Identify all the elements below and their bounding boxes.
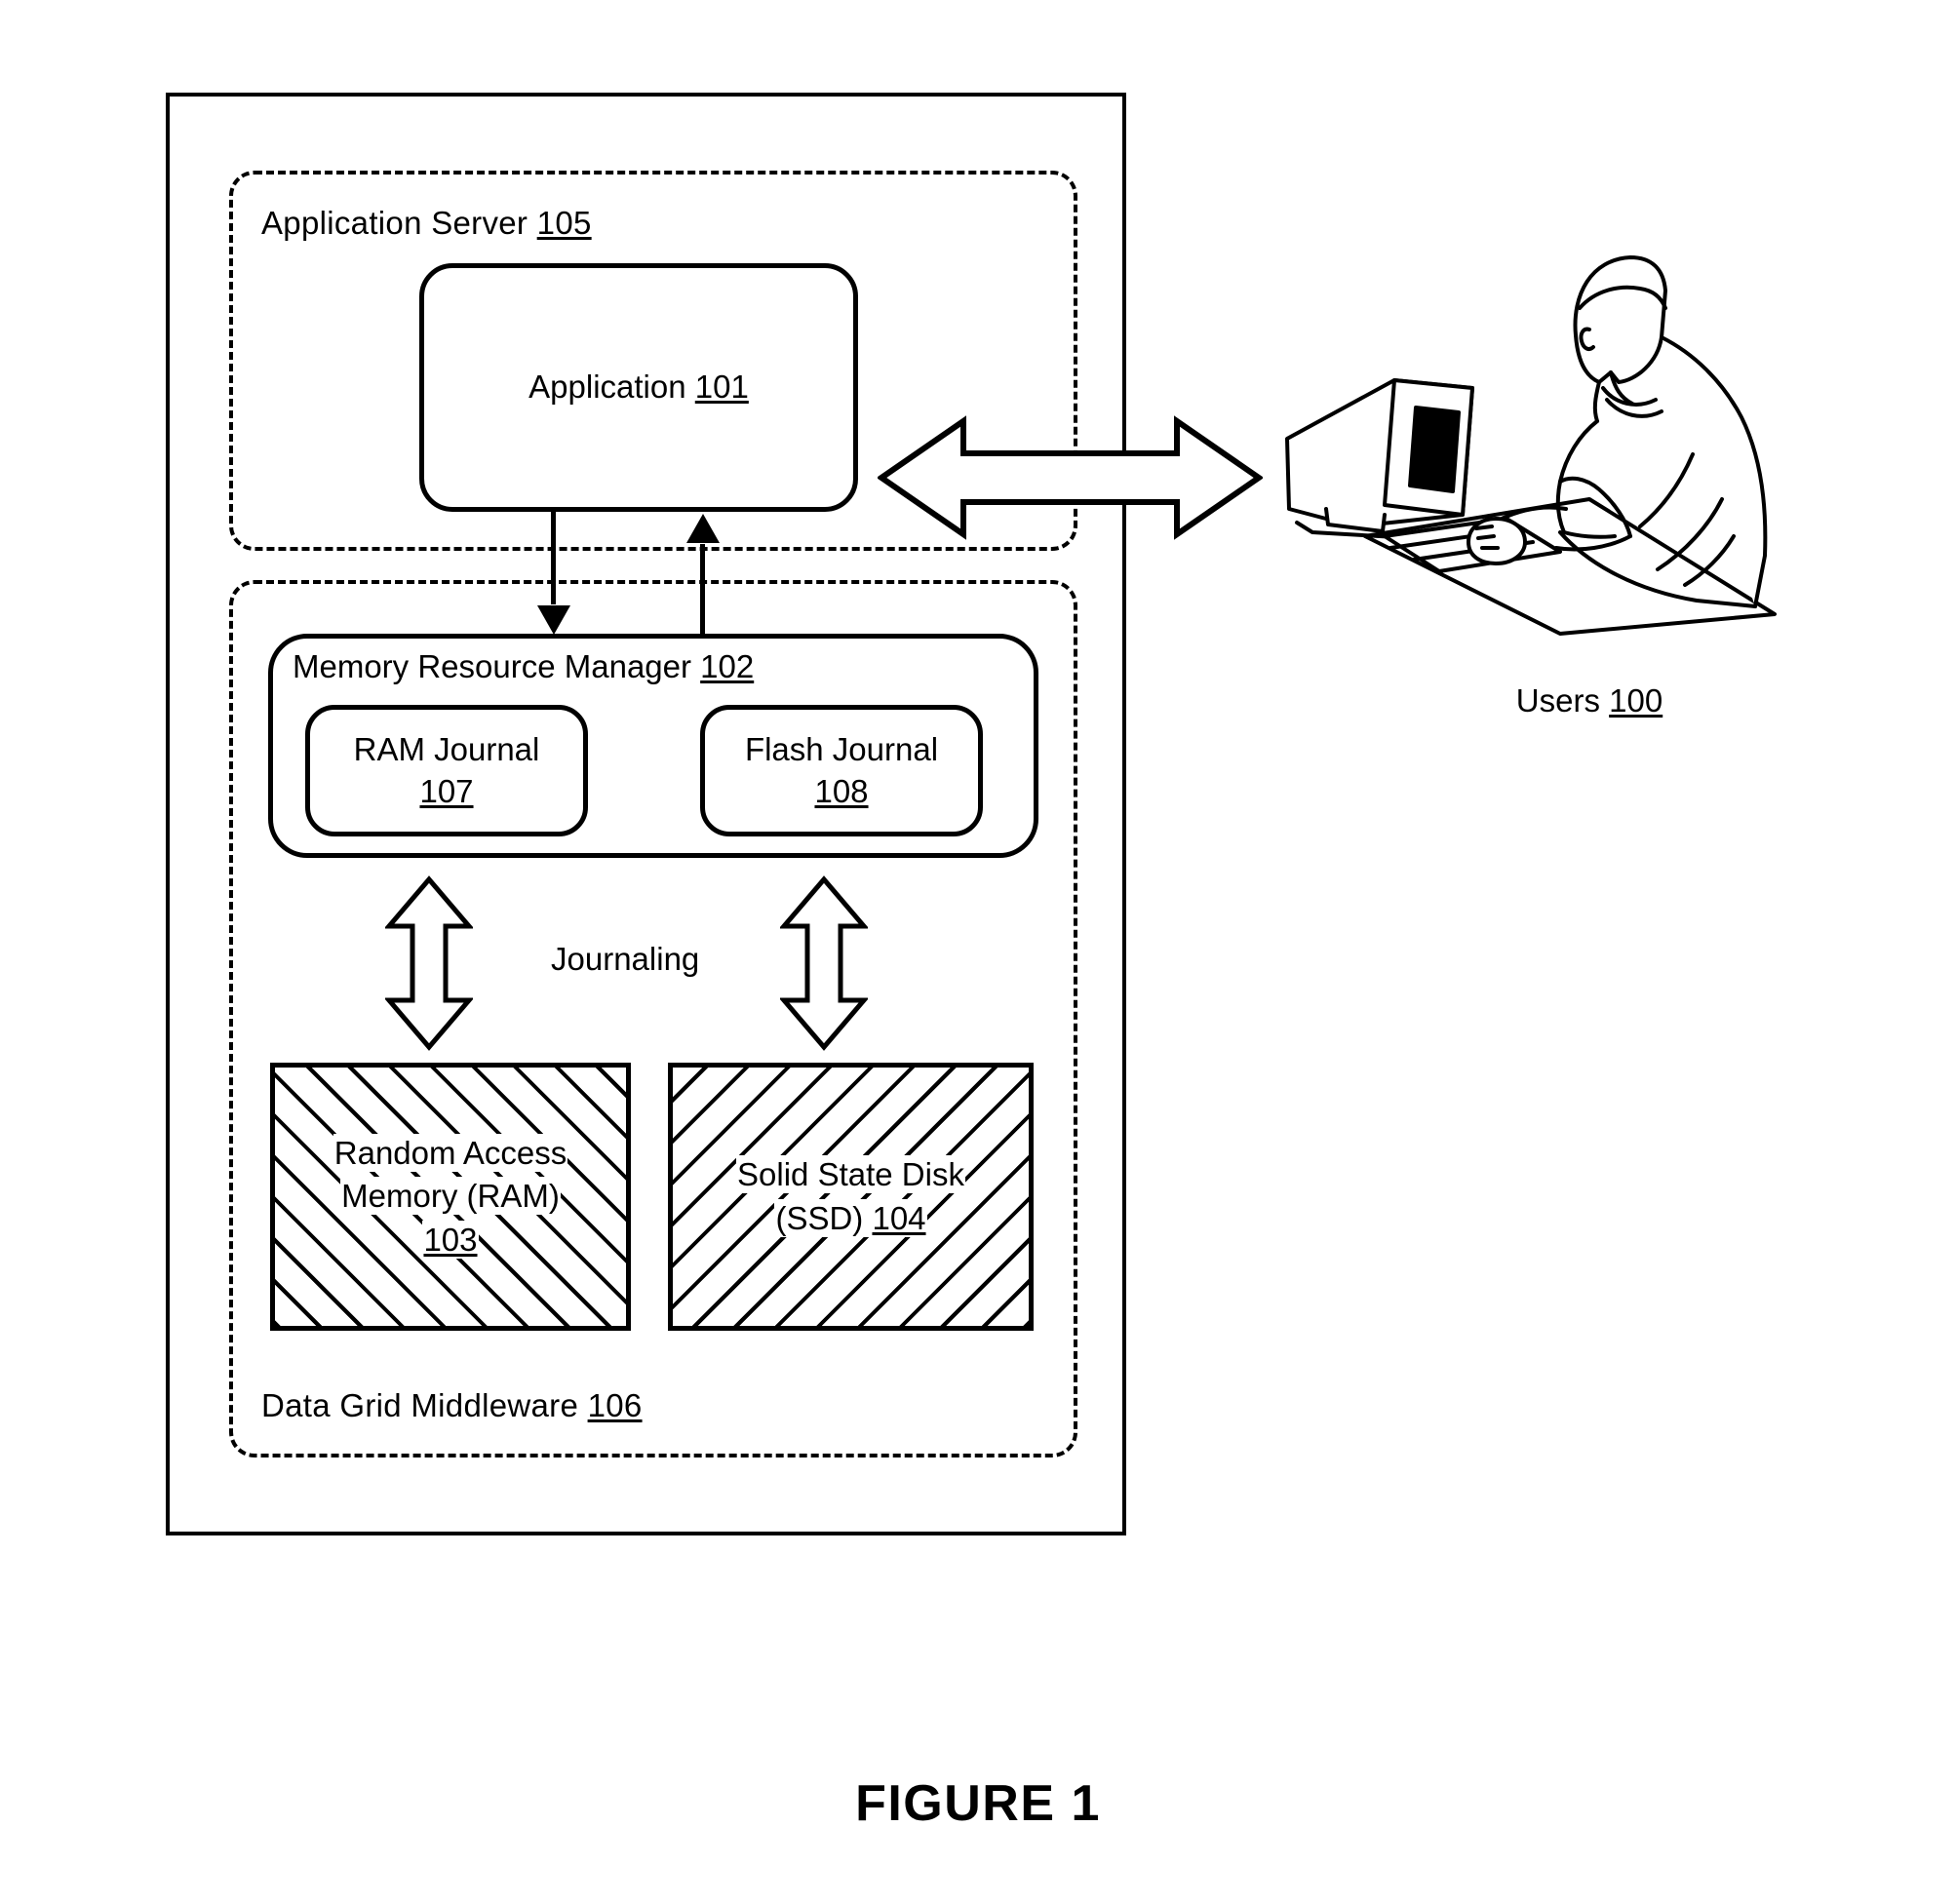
memory-resource-manager-label-text: Memory Resource Manager (293, 648, 701, 684)
data-grid-middleware-label-text: Data Grid Middleware (261, 1387, 588, 1423)
figure-caption: FIGURE 1 (855, 1775, 1101, 1832)
journaling-label: Journaling (551, 941, 700, 977)
ssd-line-1: Solid State Disk (737, 1155, 964, 1192)
ssd-box-text: Solid State Disk (SSD) 104 (735, 1153, 966, 1240)
users-ref: 100 (1609, 682, 1663, 719)
memory-resource-manager-ref: 102 (700, 648, 755, 684)
patent-figure: Application Server 105 Application 101 D… (0, 0, 1956, 1904)
random-access-memory-box: Random Access Memory (RAM) 103 (270, 1063, 631, 1331)
ssd-line-2: (SSD) 104 (775, 1199, 926, 1236)
flash-journal-box: Flash Journal 108 (700, 705, 983, 836)
data-grid-middleware-label: Data Grid Middleware 106 (261, 1389, 643, 1421)
application-label-text: Application (528, 369, 695, 406)
application-box-label: Application 101 (528, 367, 749, 408)
ram-line-2: Memory (RAM) (341, 1178, 560, 1215)
journaling-arrow-ram-icon (385, 875, 473, 1051)
server-users-communication-arrow-icon (878, 412, 1263, 544)
flash-journal-title: Flash Journal (744, 730, 939, 767)
user-at-computer-illustration-icon (1268, 244, 1784, 653)
ram-journal-title: RAM Journal (353, 730, 540, 767)
data-grid-middleware-ref: 106 (587, 1387, 643, 1423)
application-ref: 101 (694, 369, 749, 406)
application-box: Application 101 (419, 263, 858, 512)
ssd-line-2-text: (SSD) (775, 1199, 873, 1236)
users-label-text: Users (1515, 682, 1610, 719)
journaling-arrow-ssd-icon (780, 875, 868, 1051)
ram-line-1: Random Access (333, 1134, 567, 1171)
solid-state-disk-box: Solid State Disk (SSD) 104 (668, 1063, 1034, 1331)
application-server-ref: 105 (536, 205, 592, 241)
application-server-label-text: Application Server (261, 205, 537, 241)
ram-ref: 103 (423, 1221, 478, 1258)
ram-box-text: Random Access Memory (RAM) 103 (333, 1132, 568, 1263)
arrowhead-up-icon (685, 514, 720, 543)
ssd-ref: 104 (872, 1199, 926, 1236)
ram-journal-box: RAM Journal 107 (305, 705, 588, 836)
users-label: Users 100 (1516, 682, 1663, 719)
flash-journal-ref: 108 (814, 772, 869, 809)
application-server-label: Application Server 105 (261, 207, 592, 239)
memory-resource-manager-label: Memory Resource Manager 102 (293, 648, 754, 685)
ram-journal-ref: 107 (419, 772, 474, 809)
